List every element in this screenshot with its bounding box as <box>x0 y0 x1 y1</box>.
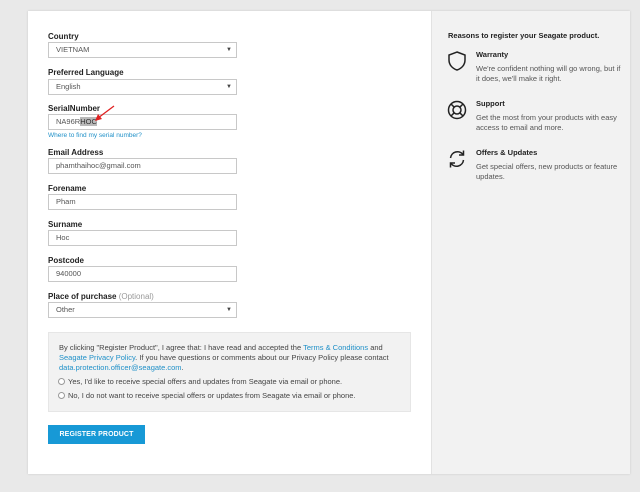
benefit-title-offers: Offers & Updates <box>476 148 538 157</box>
country-select[interactable]: VIETNAM ▼ <box>48 42 237 58</box>
surname-field[interactable]: Hoc <box>48 230 237 246</box>
opt-in-label: Yes, I'd like to receive special offers … <box>68 377 343 386</box>
register-product-button[interactable]: REGISTER PRODUCT <box>48 425 145 444</box>
opt-out-option[interactable]: No, I do not want to receive special off… <box>58 391 356 401</box>
chevron-down-icon: ▼ <box>226 47 232 53</box>
forename-value: Pham <box>56 197 76 206</box>
opt-in-radio[interactable] <box>58 378 65 385</box>
consent-text: By clicking "Register Product", I agree … <box>59 343 389 372</box>
refresh-icon <box>449 150 465 168</box>
chevron-down-icon: ▼ <box>226 307 232 313</box>
language-label: Preferred Language <box>48 68 124 77</box>
forename-label: Forename <box>48 184 87 193</box>
sidebar-title: Reasons to register your Seagate product… <box>448 31 600 40</box>
serial-help-link[interactable]: Where to find my serial number? <box>48 132 142 139</box>
terms-link[interactable]: Terms & Conditions <box>303 343 368 352</box>
serial-input[interactable]: NA96RHOC <box>48 114 237 130</box>
privacy-policy-link[interactable]: Seagate Privacy Policy <box>59 353 135 362</box>
language-value: English <box>56 82 81 91</box>
postcode-label: Postcode <box>48 256 85 265</box>
email-label: Email Address <box>48 148 104 157</box>
opt-out-label: No, I do not want to receive special off… <box>68 391 356 400</box>
chevron-down-icon: ▼ <box>226 84 232 90</box>
lifebuoy-icon <box>447 100 467 120</box>
benefit-desc-support: Get the most from your products with eas… <box>476 113 617 132</box>
benefit-desc-warranty: We're confident nothing will go wrong, b… <box>476 64 621 83</box>
forename-field[interactable]: Pham <box>48 194 237 210</box>
privacy-email-link[interactable]: data.protection.officer@seagate.com <box>59 363 182 372</box>
purchase-label: Place of purchase (Optional) <box>48 292 154 301</box>
purchase-select[interactable]: Other ▼ <box>48 302 237 318</box>
postcode-field[interactable]: 940000 <box>48 266 237 282</box>
consent-box: By clicking "Register Product", I agree … <box>48 332 411 412</box>
country-value: VIETNAM <box>56 45 90 54</box>
language-select[interactable]: English ▼ <box>48 79 237 95</box>
postcode-value: 940000 <box>56 269 82 278</box>
email-value: phamthaihoc@gmail.com <box>56 161 141 170</box>
serial-value: NA96R <box>56 117 81 126</box>
opt-in-option[interactable]: Yes, I'd like to receive special offers … <box>58 377 342 387</box>
benefit-desc-offers: Get special offers, new products or feat… <box>476 162 618 181</box>
country-label: Country <box>48 32 79 41</box>
email-field[interactable]: phamthaihoc@gmail.com <box>48 158 237 174</box>
benefit-title-support: Support <box>476 99 505 108</box>
purchase-value: Other <box>56 305 75 314</box>
optional-note: (Optional) <box>118 292 154 301</box>
surname-label: Surname <box>48 220 83 229</box>
annotation-arrow-icon <box>95 105 115 121</box>
benefit-title-warranty: Warranty <box>476 50 509 59</box>
opt-out-radio[interactable] <box>58 392 65 399</box>
shield-icon <box>448 51 466 71</box>
surname-value: Hoc <box>56 233 70 242</box>
